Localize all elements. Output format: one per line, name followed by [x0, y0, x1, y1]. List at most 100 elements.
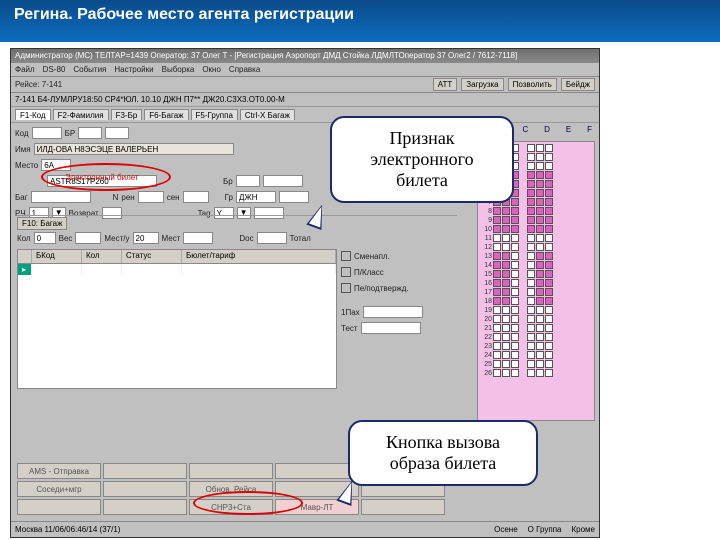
seat[interactable] [493, 369, 501, 377]
seat[interactable] [536, 198, 544, 206]
bag-input[interactable] [31, 191, 91, 203]
gr2-input[interactable] [279, 191, 309, 203]
seat[interactable] [527, 234, 535, 242]
seat[interactable] [545, 153, 553, 161]
chk-pclass[interactable] [341, 267, 351, 277]
seat[interactable] [493, 279, 501, 287]
seat[interactable] [493, 261, 501, 269]
seat[interactable] [545, 198, 553, 206]
test-input[interactable] [361, 322, 421, 334]
seat[interactable] [511, 234, 519, 242]
seat[interactable] [511, 351, 519, 359]
seat[interactable] [502, 306, 510, 314]
seat[interactable] [527, 189, 535, 197]
seat[interactable] [527, 342, 535, 350]
seat[interactable] [502, 234, 510, 242]
seat[interactable] [502, 252, 510, 260]
nren-input[interactable] [138, 191, 164, 203]
seat[interactable] [545, 279, 553, 287]
seat[interactable] [536, 225, 544, 233]
seat[interactable] [536, 189, 544, 197]
seat[interactable] [527, 324, 535, 332]
seat[interactable] [527, 216, 535, 224]
badge-button[interactable]: Бейдж [561, 78, 595, 91]
seat[interactable] [545, 288, 553, 296]
btn-ams-send[interactable]: AMS - Отправка [17, 463, 101, 479]
seat[interactable] [545, 216, 553, 224]
seat[interactable] [545, 360, 553, 368]
seat[interactable] [493, 216, 501, 224]
tab-baggage[interactable]: F6-Багаж [144, 109, 188, 120]
seat[interactable] [545, 351, 553, 359]
place-input[interactable] [41, 159, 71, 171]
seat[interactable] [511, 216, 519, 224]
btn-1[interactable] [103, 463, 187, 479]
seat[interactable] [545, 243, 553, 251]
seat[interactable] [511, 360, 519, 368]
seat[interactable] [502, 342, 510, 350]
seat[interactable] [502, 333, 510, 341]
seat[interactable] [511, 288, 519, 296]
bag-kol-input[interactable] [34, 232, 56, 244]
seat[interactable] [493, 306, 501, 314]
seat[interactable] [511, 252, 519, 260]
seat[interactable] [502, 324, 510, 332]
seat[interactable] [502, 315, 510, 323]
seat[interactable] [511, 198, 519, 206]
seat[interactable] [536, 333, 544, 341]
seat[interactable] [511, 261, 519, 269]
seat[interactable] [536, 261, 544, 269]
seat[interactable] [493, 243, 501, 251]
bag-ves-input[interactable] [75, 232, 101, 244]
seat[interactable] [545, 180, 553, 188]
seat[interactable] [536, 153, 544, 161]
seat[interactable] [536, 279, 544, 287]
seat[interactable] [545, 207, 553, 215]
seat[interactable] [536, 252, 544, 260]
bag-tab-button[interactable]: F10: Багаж [17, 217, 67, 230]
seat[interactable] [545, 225, 553, 233]
seat[interactable] [511, 306, 519, 314]
seat[interactable] [545, 297, 553, 305]
pnr-side-input[interactable] [363, 306, 423, 318]
menu-events[interactable]: События [73, 65, 106, 74]
seat[interactable] [511, 342, 519, 350]
seat[interactable] [527, 360, 535, 368]
bp-pre-input[interactable] [236, 175, 260, 187]
seat[interactable] [493, 207, 501, 215]
seat[interactable] [527, 270, 535, 278]
seat[interactable] [527, 144, 535, 152]
gr-input[interactable] [236, 191, 276, 203]
seat[interactable] [545, 270, 553, 278]
seat[interactable] [527, 207, 535, 215]
seat[interactable] [527, 252, 535, 260]
seat[interactable] [545, 144, 553, 152]
bag-tags-input[interactable] [183, 232, 213, 244]
seat[interactable] [545, 333, 553, 341]
seat[interactable] [493, 270, 501, 278]
menu-select[interactable]: Выборка [162, 65, 195, 74]
seat[interactable] [527, 279, 535, 287]
btn-neighbors[interactable]: Соседи+мгр [17, 481, 101, 497]
seat[interactable] [502, 270, 510, 278]
seat[interactable] [545, 234, 553, 242]
btn-3[interactable] [275, 463, 359, 479]
nsen-input[interactable] [183, 191, 209, 203]
seat[interactable] [511, 297, 519, 305]
boarding-button[interactable]: Загрузка [461, 78, 503, 91]
seat[interactable] [511, 270, 519, 278]
seat[interactable] [511, 324, 519, 332]
seat[interactable] [502, 369, 510, 377]
tab-group[interactable]: F5-Группа [191, 109, 238, 120]
tab-ctrlx[interactable]: Ctrl-X Багаж [240, 109, 295, 120]
seat[interactable] [545, 324, 553, 332]
seat[interactable] [527, 243, 535, 251]
seat[interactable] [511, 369, 519, 377]
seat[interactable] [527, 306, 535, 314]
seat[interactable] [502, 288, 510, 296]
seat[interactable] [536, 360, 544, 368]
seat[interactable] [536, 324, 544, 332]
bag-tagcount-input[interactable] [133, 232, 159, 244]
seat[interactable] [527, 315, 535, 323]
seat[interactable] [493, 234, 501, 242]
